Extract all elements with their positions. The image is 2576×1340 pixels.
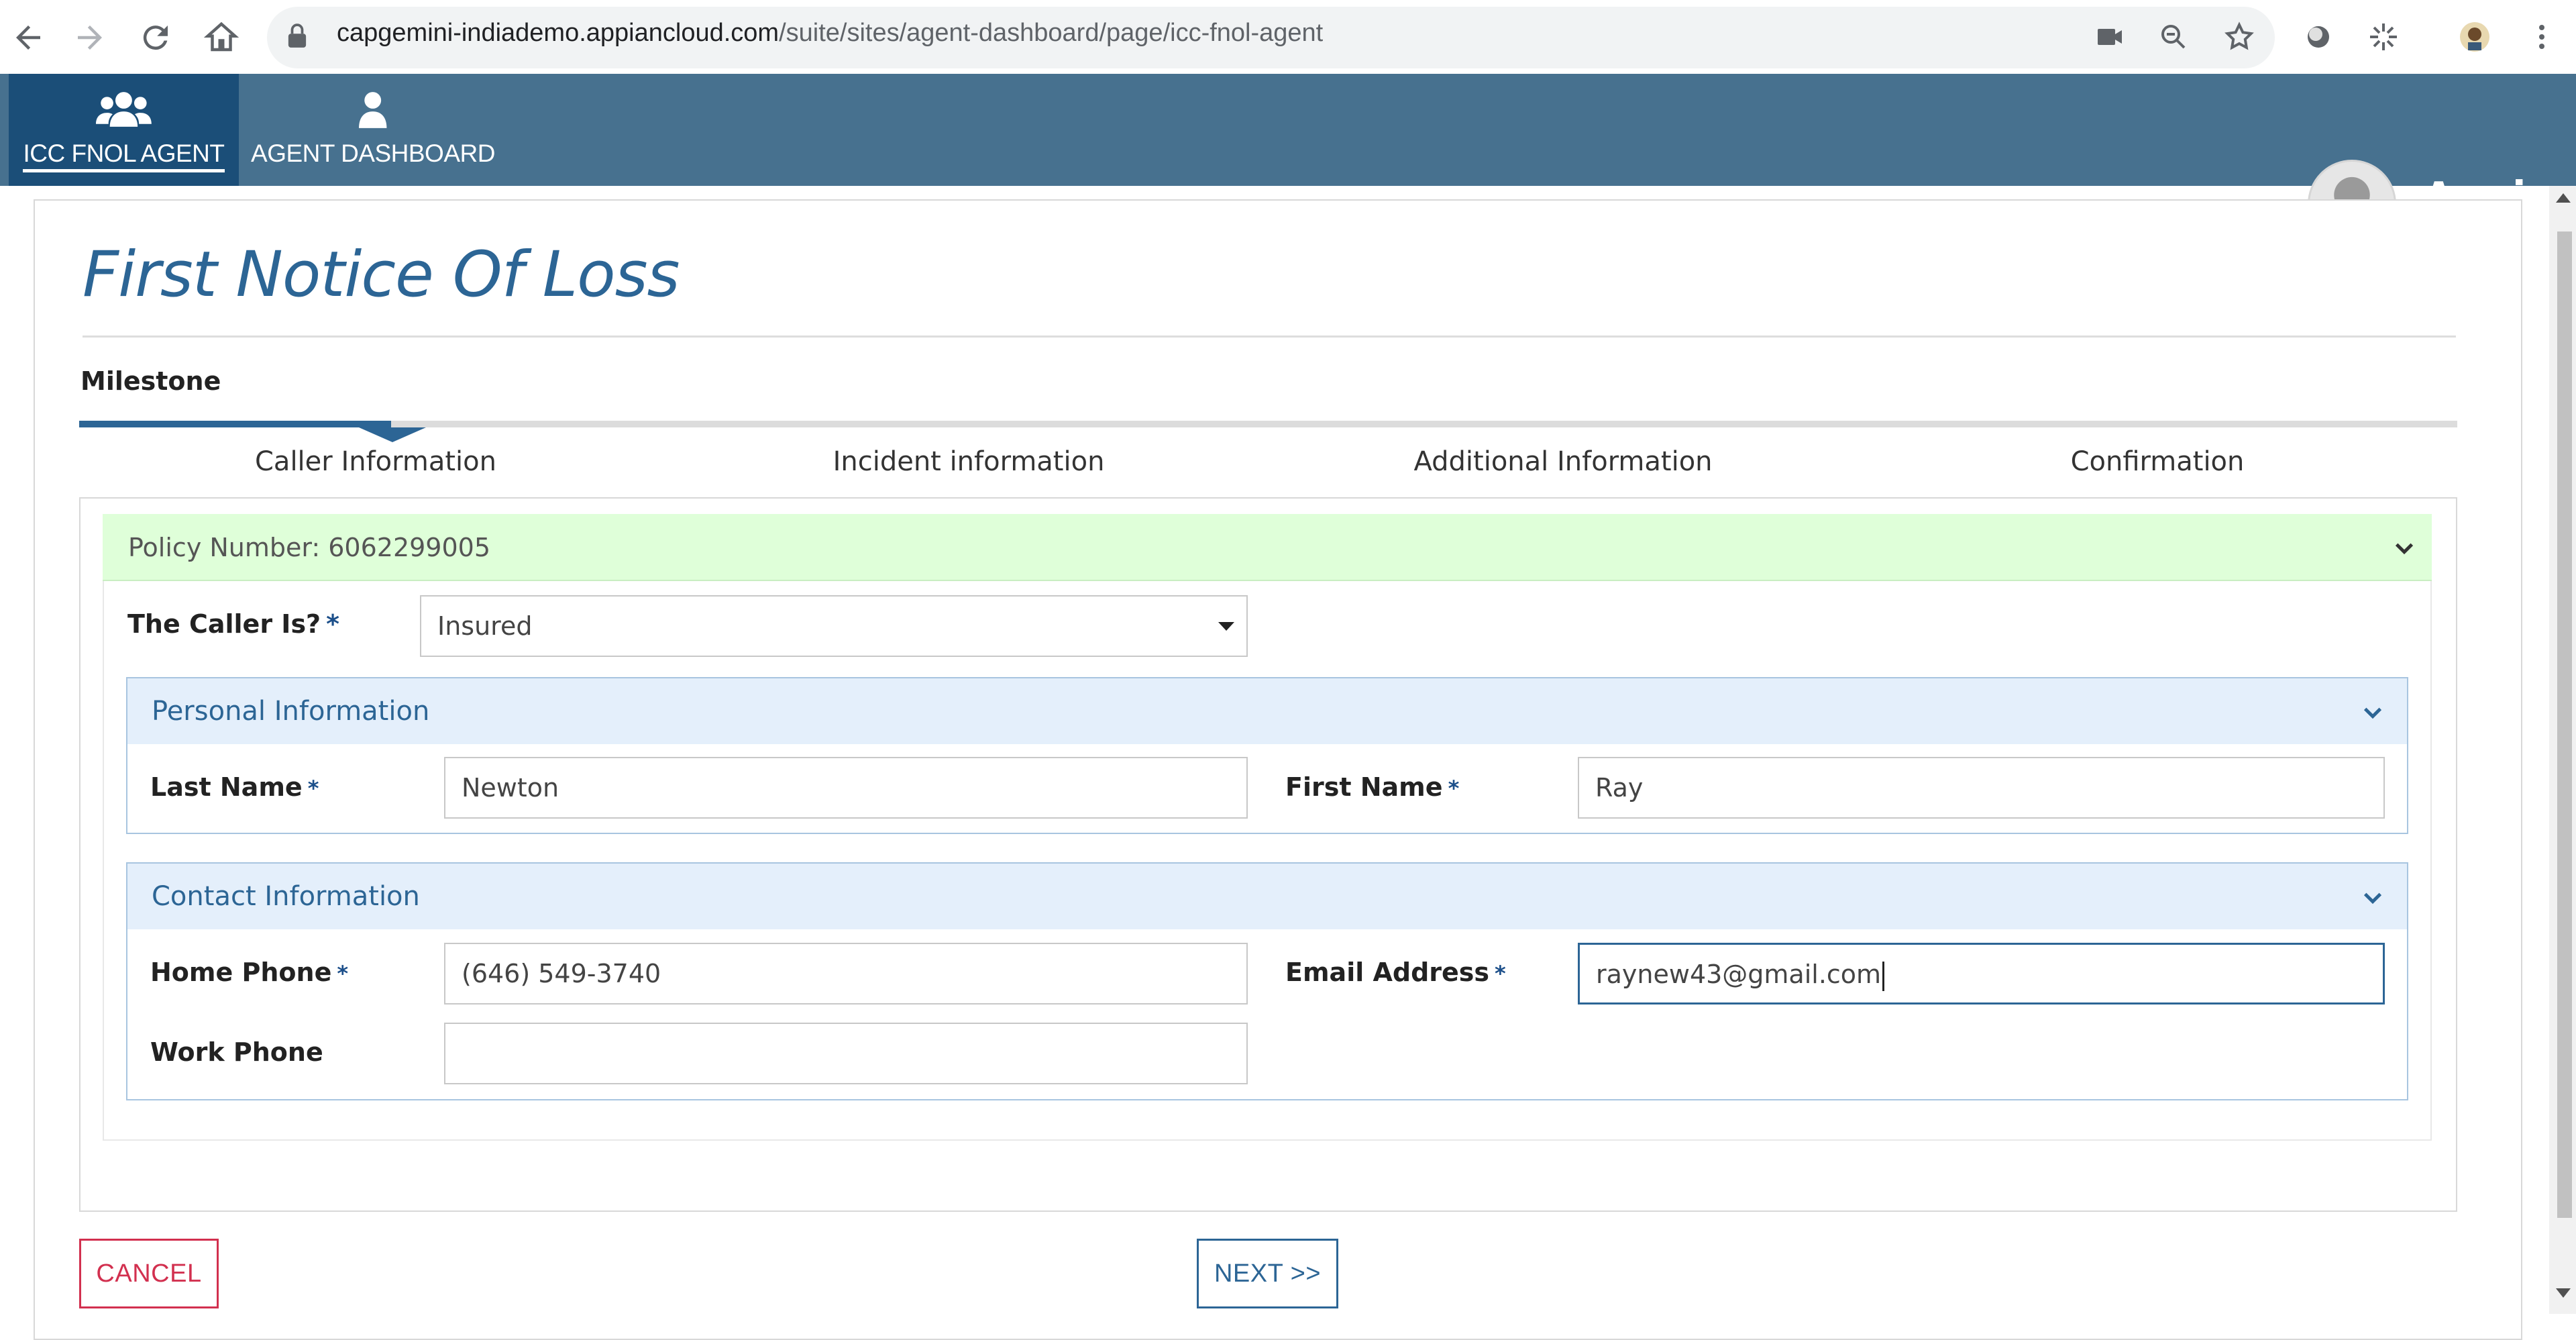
milestone-pointer [359,427,426,442]
last-name-field[interactable]: Newton [444,757,1248,819]
home-phone-field[interactable]: (646) 549-3740 [444,943,1248,1004]
scroll-down-arrow-icon[interactable] [2556,1288,2571,1298]
app-header: ICC FNOL AGENT AGENT DASHBOARD Appian [0,74,2576,248]
required-mark: * [326,609,339,639]
milestone-step-incident-information: Incident information [833,446,1105,477]
group-icon [96,90,152,130]
browser-menu-icon[interactable] [2520,15,2564,59]
milestone-step-caller-information: Caller Information [255,446,496,477]
zoom-icon[interactable] [2151,15,2196,59]
extension-puzzle-icon[interactable] [2361,15,2406,59]
policy-number-bar[interactable]: Policy Number: 6062299005 [103,514,2432,581]
title-divider [83,336,2456,338]
next-button[interactable]: NEXT >> [1197,1239,1338,1308]
personal-information-header[interactable]: Personal Information [127,678,2407,744]
required-mark: * [1448,776,1460,801]
profile-avatar-icon[interactable] [2453,15,2497,59]
email-address-label: Email Address * [1285,958,1506,987]
email-address-field[interactable]: raynew43@gmail.com [1578,943,2385,1004]
caller-is-select[interactable]: Insured [420,595,1248,657]
chevron-down-icon[interactable] [2393,537,2416,560]
milestone-label: Milestone [80,366,221,396]
caller-is-label: The Caller Is? * [127,609,339,639]
extension-circle-icon[interactable] [2296,15,2341,59]
chevron-down-icon[interactable] [2361,701,2384,724]
person-icon [359,90,387,130]
work-phone-label: Work Phone [150,1037,323,1067]
policy-number: Policy Number: 6062299005 [128,533,491,562]
tab-label: ICC FNOL AGENT [23,140,225,172]
lock-icon [288,23,307,48]
work-phone-field[interactable] [444,1023,1248,1084]
email-address-value: raynew43@gmail.com [1596,960,1882,989]
url-text: capgemini-indiademo.appiancloud.com/suit… [337,19,1324,47]
milestone-step-additional-information: Additional Information [1413,446,1713,477]
home-phone-label: Home Phone * [150,958,349,987]
star-icon[interactable] [2217,15,2261,59]
tab-agent-dashboard[interactable]: AGENT DASHBOARD [239,74,507,186]
forward-icon[interactable] [63,11,117,64]
contact-information-header[interactable]: Contact Information [127,864,2407,929]
reload-icon[interactable] [129,11,182,64]
tab-label: AGENT DASHBOARD [251,140,495,167]
tab-icc-fnol-agent[interactable]: ICC FNOL AGENT [9,74,239,186]
required-mark: * [337,961,349,986]
last-name-label: Last Name * [150,772,319,802]
first-name-label: First Name * [1285,772,1460,802]
milestone-progress [79,421,391,427]
caller-is-value: Insured [437,611,533,641]
camera-icon[interactable] [2088,15,2132,59]
section-title: Personal Information [152,696,430,727]
dropdown-arrow-icon [1218,622,1234,631]
home-icon[interactable] [195,11,248,64]
required-mark: * [1495,961,1506,986]
back-icon[interactable] [1,11,55,64]
scroll-up-arrow-icon[interactable] [2556,193,2571,203]
page-title: First Notice Of Loss [83,238,680,311]
required-mark: * [307,776,319,801]
milestone-track [79,421,2457,427]
scrollbar-thumb[interactable] [2557,231,2572,1218]
cancel-button[interactable]: CANCEL [79,1239,219,1308]
text-cursor [1882,961,1885,991]
section-title: Contact Information [152,881,420,912]
milestone-step-confirmation: Confirmation [2070,446,2245,477]
chevron-down-icon[interactable] [2361,886,2384,909]
first-name-field[interactable]: Ray [1578,757,2385,819]
browser-toolbar: capgemini-indiademo.appiancloud.com/suit… [0,0,2576,74]
